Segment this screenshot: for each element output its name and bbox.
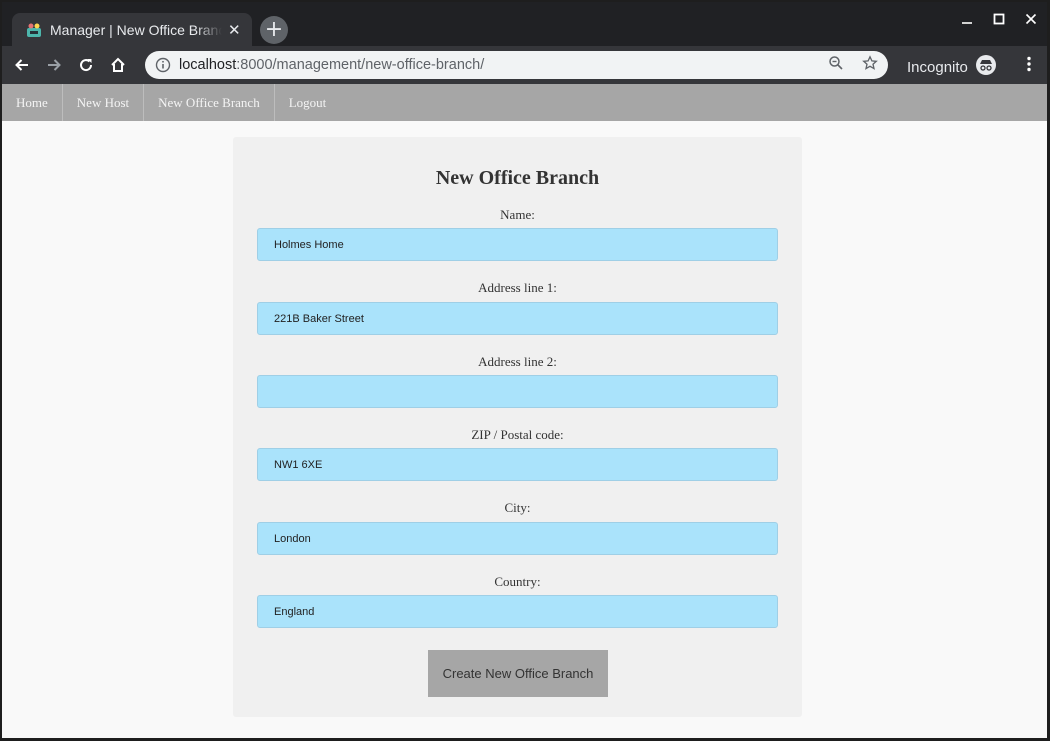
browser-menu-icon[interactable] xyxy=(1027,56,1031,76)
home-icon[interactable] xyxy=(106,53,130,77)
zoom-icon[interactable] xyxy=(828,55,844,75)
address-line-2-input[interactable] xyxy=(257,375,778,408)
tab-close-icon[interactable]: ✕ xyxy=(228,21,241,39)
address-bar[interactable]: localhost:8000/management/new-office-bra… xyxy=(145,51,888,79)
back-icon[interactable] xyxy=(10,53,34,77)
site-navbar: Home New Host New Office Branch Logout xyxy=(2,84,1047,121)
nav-home-link[interactable]: Home xyxy=(2,84,63,121)
window-controls xyxy=(961,12,1037,26)
window-close-icon[interactable] xyxy=(1025,12,1037,26)
address-line-2-label: Address line 2: xyxy=(478,354,557,369)
create-office-branch-button[interactable]: Create New Office Branch xyxy=(428,650,608,697)
bookmark-star-icon[interactable] xyxy=(862,55,878,75)
incognito-indicator[interactable]: Incognito xyxy=(907,55,996,79)
browser-toolbar: localhost:8000/management/new-office-bra… xyxy=(2,46,1047,84)
browser-window: Manager | New Office Branch ✕ + localhos… xyxy=(2,2,1047,738)
url-path: :8000/management/new-office-branch/ xyxy=(236,57,485,73)
country-input[interactable] xyxy=(257,595,778,628)
page-viewport: Home New Host New Office Branch Logout N… xyxy=(2,84,1047,738)
zip-code-label: ZIP / Postal code: xyxy=(471,427,564,442)
name-label: Name: xyxy=(500,207,535,222)
minimize-icon[interactable] xyxy=(961,12,973,26)
name-input[interactable] xyxy=(257,228,778,261)
new-office-branch-form: New Office Branch Name: Address line 1: … xyxy=(233,137,802,717)
city-label: City: xyxy=(504,500,531,515)
site-info-icon[interactable] xyxy=(155,57,171,73)
address-line-1-input[interactable] xyxy=(257,302,778,335)
nav-logout-link[interactable]: Logout xyxy=(275,84,341,121)
reload-icon[interactable] xyxy=(74,53,98,77)
nav-new-office-branch-link[interactable]: New Office Branch xyxy=(144,84,275,121)
country-label: Country: xyxy=(494,574,541,589)
incognito-label: Incognito xyxy=(907,58,968,76)
forward-icon[interactable] xyxy=(42,53,66,77)
incognito-icon xyxy=(975,55,996,79)
zip-code-input[interactable] xyxy=(257,448,778,481)
browser-tab[interactable]: Manager | New Office Branch ✕ xyxy=(12,13,252,46)
city-input[interactable] xyxy=(257,522,778,555)
tab-strip: Manager | New Office Branch ✕ + xyxy=(2,2,1047,46)
url-text: localhost:8000/management/new-office-bra… xyxy=(179,57,484,73)
form-title: New Office Branch xyxy=(435,167,600,189)
tab-title: Manager | New Office Branch xyxy=(50,21,222,38)
app-favicon-icon xyxy=(26,22,42,38)
nav-new-host-link[interactable]: New Host xyxy=(63,84,145,121)
address-line-1-label: Address line 1: xyxy=(478,280,557,295)
url-host: localhost xyxy=(179,57,237,73)
new-tab-button[interactable]: + xyxy=(260,16,288,44)
maximize-icon[interactable] xyxy=(993,12,1005,26)
